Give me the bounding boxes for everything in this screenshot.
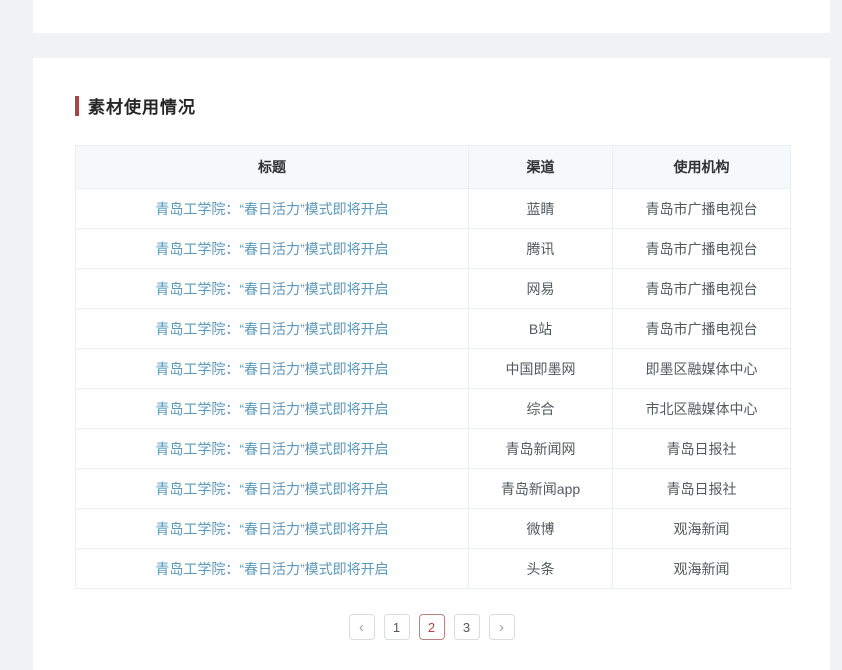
material-title-link[interactable]: 青岛工学院：“春日活力”模式即将开启 [155, 201, 388, 217]
cell-channel: B站 [469, 309, 613, 349]
cell-org: 观海新闻 [613, 509, 791, 549]
table-row: 青岛工学院：“春日活力”模式即将开启 中国即墨网 即墨区融媒体中心 [76, 349, 791, 389]
cell-org: 市北区融媒体中心 [613, 389, 791, 429]
pagination-page-3[interactable]: 3 [454, 614, 480, 640]
material-title-link[interactable]: 青岛工学院：“春日活力”模式即将开启 [155, 481, 388, 497]
cell-title: 青岛工学院：“春日活力”模式即将开启 [76, 349, 469, 389]
cell-channel: 网易 [469, 269, 613, 309]
page: 素材使用情况 标题 渠道 使用机构 青岛工学院：“春日活力”模式即将开启 蓝睛 … [0, 0, 842, 670]
material-usage-table: 标题 渠道 使用机构 青岛工学院：“春日活力”模式即将开启 蓝睛 青岛市广播电视… [75, 145, 791, 589]
top-card [33, 0, 830, 33]
material-title-link[interactable]: 青岛工学院：“春日活力”模式即将开启 [155, 521, 388, 537]
cell-title: 青岛工学院：“春日活力”模式即将开启 [76, 509, 469, 549]
header-channel: 渠道 [469, 146, 613, 189]
table-row: 青岛工学院：“春日活力”模式即将开启 网易 青岛市广播电视台 [76, 269, 791, 309]
cell-title: 青岛工学院：“春日活力”模式即将开启 [76, 549, 469, 589]
cell-title: 青岛工学院：“春日活力”模式即将开启 [76, 309, 469, 349]
cell-org: 即墨区融媒体中心 [613, 349, 791, 389]
cell-title: 青岛工学院：“春日活力”模式即将开启 [76, 389, 469, 429]
cell-org: 观海新闻 [613, 549, 791, 589]
cell-channel: 中国即墨网 [469, 349, 613, 389]
table-row: 青岛工学院：“春日活力”模式即将开启 头条 观海新闻 [76, 549, 791, 589]
cell-org: 青岛市广播电视台 [613, 309, 791, 349]
cell-title: 青岛工学院：“春日活力”模式即将开启 [76, 269, 469, 309]
material-title-link[interactable]: 青岛工学院：“春日活力”模式即将开启 [155, 241, 388, 257]
cell-channel: 综合 [469, 389, 613, 429]
cell-org: 青岛市广播电视台 [613, 269, 791, 309]
table-row: 青岛工学院：“春日活力”模式即将开启 腾讯 青岛市广播电视台 [76, 229, 791, 269]
table-row: 青岛工学院：“春日活力”模式即将开启 青岛新闻网 青岛日报社 [76, 429, 791, 469]
cell-channel: 青岛新闻网 [469, 429, 613, 469]
table-row: 青岛工学院：“春日活力”模式即将开启 B站 青岛市广播电视台 [76, 309, 791, 349]
material-usage-card: 素材使用情况 标题 渠道 使用机构 青岛工学院：“春日活力”模式即将开启 蓝睛 … [33, 58, 830, 670]
cell-title: 青岛工学院：“春日活力”模式即将开启 [76, 429, 469, 469]
table-row: 青岛工学院：“春日活力”模式即将开启 青岛新闻app 青岛日报社 [76, 469, 791, 509]
cell-title: 青岛工学院：“春日活力”模式即将开启 [76, 469, 469, 509]
cell-org: 青岛市广播电视台 [613, 229, 791, 269]
cell-org: 青岛日报社 [613, 469, 791, 509]
cell-org: 青岛市广播电视台 [613, 189, 791, 229]
header-title: 标题 [76, 146, 469, 189]
pagination-prev-button[interactable]: ‹ [349, 614, 375, 640]
material-title-link[interactable]: 青岛工学院：“春日活力”模式即将开启 [155, 361, 388, 377]
material-title-link[interactable]: 青岛工学院：“春日活力”模式即将开启 [155, 281, 388, 297]
table-header-row: 标题 渠道 使用机构 [76, 146, 791, 189]
section-title: 素材使用情况 [88, 93, 196, 118]
pagination-page-1[interactable]: 1 [384, 614, 410, 640]
cell-channel: 青岛新闻app [469, 469, 613, 509]
cell-channel: 头条 [469, 549, 613, 589]
pagination: ‹ 1 2 3 › [33, 614, 830, 640]
material-title-link[interactable]: 青岛工学院：“春日活力”模式即将开启 [155, 321, 388, 337]
table-row: 青岛工学院：“春日活力”模式即将开启 综合 市北区融媒体中心 [76, 389, 791, 429]
cell-channel: 微博 [469, 509, 613, 549]
pagination-next-button[interactable]: › [489, 614, 515, 640]
cell-org: 青岛日报社 [613, 429, 791, 469]
cell-channel: 腾讯 [469, 229, 613, 269]
cell-title: 青岛工学院：“春日活力”模式即将开启 [76, 189, 469, 229]
material-title-link[interactable]: 青岛工学院：“春日活力”模式即将开启 [155, 441, 388, 457]
material-title-link[interactable]: 青岛工学院：“春日活力”模式即将开启 [155, 401, 388, 417]
pagination-page-2[interactable]: 2 [419, 614, 445, 640]
cell-channel: 蓝睛 [469, 189, 613, 229]
cell-title: 青岛工学院：“春日活力”模式即将开启 [76, 229, 469, 269]
material-title-link[interactable]: 青岛工学院：“春日活力”模式即将开启 [155, 561, 388, 577]
section-accent-bar [75, 96, 79, 116]
table-row: 青岛工学院：“春日活力”模式即将开启 蓝睛 青岛市广播电视台 [76, 189, 791, 229]
table-row: 青岛工学院：“春日活力”模式即将开启 微博 观海新闻 [76, 509, 791, 549]
header-org: 使用机构 [613, 146, 791, 189]
section-header: 素材使用情况 [75, 93, 196, 118]
